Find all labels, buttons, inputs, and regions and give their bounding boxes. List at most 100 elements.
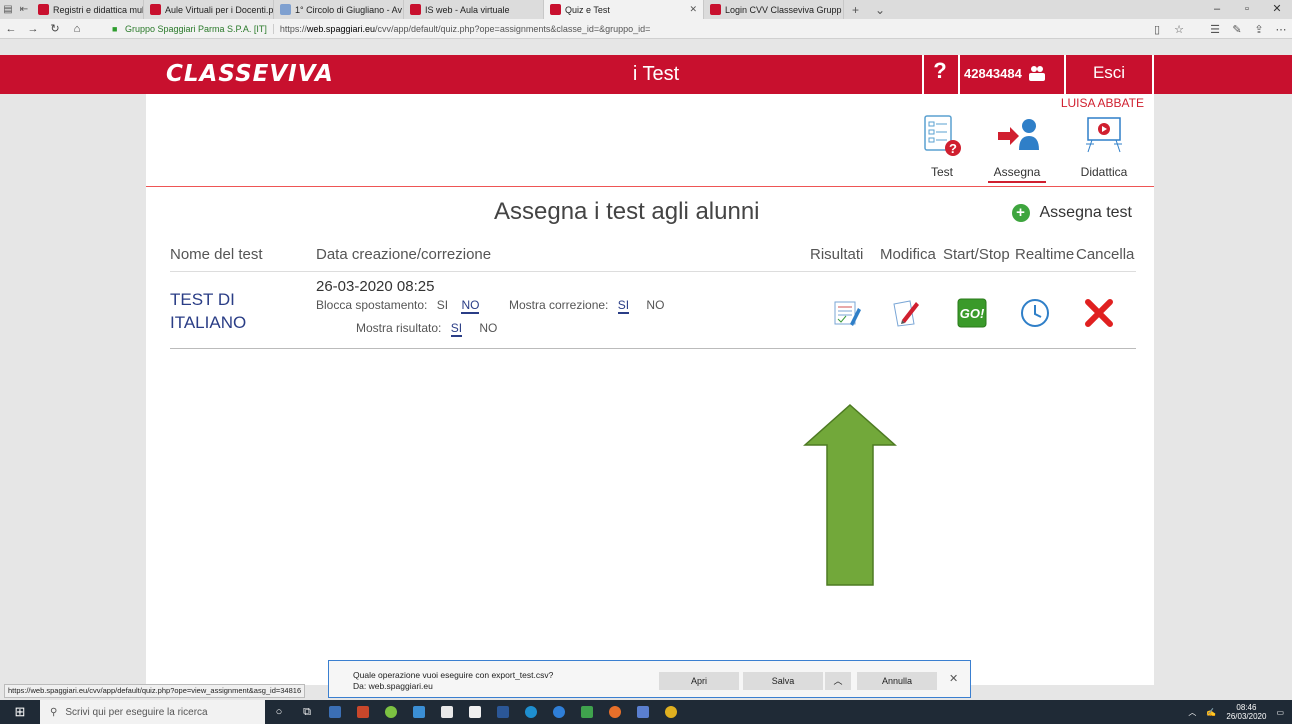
app-icon[interactable] [573,700,601,724]
app-icon[interactable] [321,700,349,724]
search-placeholder: Scrivi qui per eseguire la ricerca [65,706,208,718]
lock-si-option[interactable]: SI [437,298,448,312]
tab-favicon-icon [150,4,161,15]
skype-icon[interactable] [517,700,545,724]
share-icon[interactable]: ⇪ [1248,23,1270,36]
tab-favicon-icon [550,4,561,15]
test-name-line2: ITALIANO [170,313,247,332]
col-name: Nome del test [170,246,263,263]
system-tray: ︿ ✍ 08:46 26/03/2020 ▭ [1188,700,1284,724]
browser-tab-bar: ▤ ⇤ Registri e didattica multime Aule Vi… [0,0,1292,19]
favorite-star-icon[interactable]: ☆ [1168,23,1190,36]
cortana-icon[interactable]: ○ [265,700,293,724]
site-identity[interactable]: Gruppo Spaggiari Parma S.P.A. [IT] [125,24,267,34]
notification-icon[interactable]: ▭ [1276,708,1284,717]
edge-icon[interactable] [545,700,573,724]
save-button[interactable]: Salva [743,672,823,690]
app-icon[interactable] [461,700,489,724]
app-icon[interactable] [377,700,405,724]
app-icon[interactable] [629,700,657,724]
store-icon[interactable] [433,700,461,724]
test-checklist-icon: ? [924,115,961,156]
lock-no-option[interactable]: NO [461,298,480,314]
url-field[interactable]: https://web.spaggiari.eu/cvv/app/default… [272,23,650,34]
status-url: https://web.spaggiari.eu/cvv/app/default… [4,684,306,698]
logout-button[interactable]: Esci [1066,63,1152,83]
firefox-icon[interactable] [601,700,629,724]
test-name[interactable]: TEST DI ITALIANO [170,288,290,334]
maximize-button[interactable]: ▫ [1232,0,1262,19]
user-code[interactable]: 42843484 [964,65,1047,81]
favorites-list-icon[interactable]: ☰ [1204,23,1226,36]
col-date: Data creazione/correzione [316,246,492,263]
more-icon[interactable]: ⋯ [1270,23,1292,36]
correction-si-option[interactable]: SI [617,298,630,314]
tab-favicon-icon [710,4,721,15]
result-si-option[interactable]: SI [450,321,463,337]
cancel-button[interactable]: Annulla [857,672,937,690]
taskbar-search[interactable]: ⚲ Scrivi qui per eseguire la ricerca [40,700,265,724]
browser-tab[interactable]: Registri e didattica multime [32,0,144,19]
browser-tab-active[interactable]: Quiz e Test ✕ [544,0,704,19]
tab-label: Login CVV Classeviva Grupp [725,4,842,15]
assign-test-button[interactable]: + Assegna test [1011,204,1132,222]
tab-favicon-icon [410,4,421,15]
nav-assegna[interactable]: Assegna [988,114,1046,183]
correction-no-option[interactable]: NO [646,298,664,312]
assign-user-icon [998,119,1039,150]
tray-chevron-icon[interactable]: ︿ [1188,707,1196,718]
app-header: CLASSEVIVA i Test ? 42843484 Esci [0,55,1292,94]
pen-icon[interactable]: ✎ [1226,23,1248,36]
url-host: web.spaggiari.eu [306,23,375,34]
pen-workspace-icon[interactable]: ✍ [1206,708,1216,717]
taskbar-clock[interactable]: 08:46 26/03/2020 [1226,703,1266,721]
result-no-option[interactable]: NO [479,321,497,335]
download-source: Da: web.spaggiari.eu [353,681,433,691]
tab-close-icon[interactable]: ✕ [689,4,697,15]
nav-test[interactable]: ? Test [920,114,964,179]
results-icon[interactable] [832,298,862,328]
delete-icon[interactable] [1084,298,1114,328]
col-startstop: Start/Stop [943,246,1010,263]
nav-test-label: Test [930,165,953,179]
nav-didattica[interactable]: Didattica [1070,114,1138,179]
forward-button[interactable]: → [22,23,44,35]
windows-start-icon[interactable]: ⊞ [0,704,40,720]
table-header: Nome del test Data creazione/correzione … [170,246,1136,272]
realtime-clock-icon[interactable] [1020,298,1050,328]
task-view-icon[interactable]: ⧉ [293,700,321,724]
back-button[interactable]: ← [0,23,22,35]
browser-tab[interactable]: Login CVV Classeviva Grupp [704,0,844,19]
tab-preview-icon[interactable]: ▤ [0,4,16,15]
classeviva-logo[interactable]: CLASSEVIVA [166,61,334,87]
users-icon [1028,66,1045,81]
reading-view-icon[interactable]: ▯ [1146,23,1168,36]
browser-tab[interactable]: 1° Circolo di Giugliano - Av [274,0,404,19]
minimize-button[interactable]: – [1202,0,1232,19]
nav-divider [146,186,1154,187]
refresh-button[interactable]: ↻ [44,22,66,35]
chrome-icon[interactable] [657,700,685,724]
header-divider [1152,55,1154,94]
col-edit: Modifica [880,246,936,263]
close-icon[interactable]: ✕ [949,672,958,685]
user-code-text: 42843484 [964,65,1022,81]
tab-aside-icon[interactable]: ⇤ [16,4,32,15]
edit-icon[interactable] [890,298,922,328]
home-button[interactable]: ⌂ [66,23,88,35]
add-icon: + [1011,204,1030,222]
open-button[interactable]: Apri [659,672,739,690]
word-icon[interactable] [489,700,517,724]
correction-label: Mostra correzione: [509,298,609,312]
save-options-chevron-icon[interactable]: ︿ [825,672,851,690]
help-button[interactable]: ? [922,58,958,84]
browser-tab[interactable]: IS web - Aula virtuale [404,0,544,19]
app-icon[interactable] [405,700,433,724]
close-window-button[interactable]: ✕ [1262,0,1292,19]
powerpoint-icon[interactable] [349,700,377,724]
new-tab-button[interactable]: + [844,3,867,17]
tab-list-chevron-icon[interactable]: ⌄ [867,3,893,17]
start-go-button[interactable]: GO! [957,298,987,328]
browser-tab[interactable]: Aule Virtuali per i Docenti.p [144,0,274,19]
page-title: i Test [632,63,680,85]
